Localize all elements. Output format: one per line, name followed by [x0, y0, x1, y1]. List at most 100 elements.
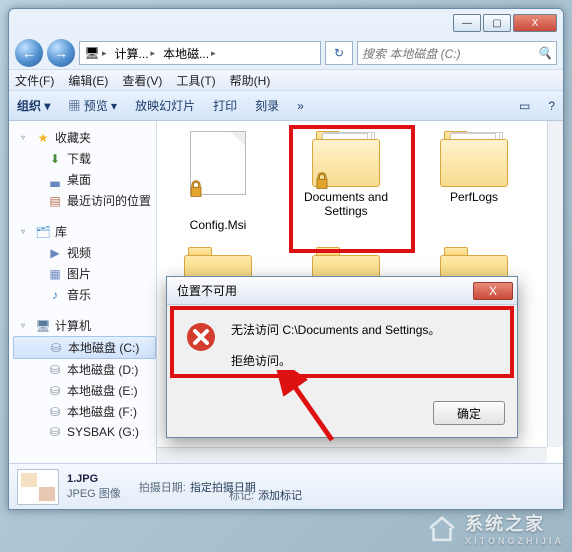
sidebar-item-label: 桌面 [67, 171, 91, 188]
sidebar-videos[interactable]: ▶视频 [13, 242, 156, 263]
sidebar-pictures[interactable]: ▦图片 [13, 263, 156, 284]
status-filename: 1.JPG [67, 472, 121, 486]
menu-edit[interactable]: 编辑(E) [68, 72, 108, 89]
desktop-icon: ▃ [47, 172, 63, 188]
sidebar-item-label: SYSBAK (G:) [67, 425, 139, 439]
window-maximize-button[interactable]: ▢ [483, 14, 511, 32]
sidebar-drive-f[interactable]: ⛁本地磁盘 (F:) [13, 401, 156, 422]
sidebar-item-label: 本地磁盘 (F:) [67, 403, 137, 420]
scrollbar-vertical[interactable] [547, 121, 563, 447]
item-label: PerfLogs [450, 191, 498, 205]
organize-button[interactable]: 组织 ▾ [17, 97, 50, 114]
music-icon: ♪ [47, 287, 63, 303]
search-placeholder: 搜索 本地磁盘 (C:) [362, 45, 461, 62]
dialog-close-button[interactable]: X [473, 282, 513, 300]
sidebar-item-label: 本地磁盘 (E:) [67, 382, 138, 399]
window-close-button[interactable]: X [513, 14, 557, 32]
sidebar-item-label: 音乐 [67, 286, 91, 303]
folder-icon [440, 131, 508, 187]
burn-button[interactable]: 刻录 [255, 97, 279, 114]
status-value[interactable]: 添加标记 [258, 487, 302, 503]
error-dialog: 位置不可用 X 无法访问 C:\Documents and Settings。 … [166, 276, 518, 438]
slideshow-button[interactable]: 放映幻灯片 [135, 97, 195, 114]
preview-button[interactable]: ▦ 预览 ▾ [68, 97, 117, 114]
file-item[interactable]: Documents and Settings [291, 131, 401, 233]
sidebar-item-label: 本地磁盘 (D:) [67, 361, 138, 378]
file-item[interactable]: PerfLogs [419, 131, 529, 233]
breadcrumb-seg[interactable]: 计算... [115, 45, 149, 62]
status-key: 拍摄日期: [139, 479, 186, 495]
sidebar-music[interactable]: ♪音乐 [13, 284, 156, 305]
window-titlebar: — ▢ X [9, 9, 563, 37]
sidebar-item-label: 本地磁盘 (C:) [68, 339, 139, 356]
address-bar[interactable]: 🖥▸ 计算...▸ 本地磁...▸ [79, 41, 321, 65]
item-label: Documents and Settings [291, 191, 401, 219]
computer-icon: 🖥 [35, 318, 51, 334]
lock-icon [312, 171, 332, 191]
error-icon [185, 321, 217, 353]
sidebar-item-label: 下载 [67, 150, 91, 167]
sidebar-item-label: 视频 [67, 244, 91, 261]
menu-file[interactable]: 文件(F) [15, 72, 54, 89]
star-icon: ★ [35, 130, 51, 146]
sidebar-downloads[interactable]: ⬇下载 [13, 148, 156, 169]
drive-icon: ⛁ [48, 340, 64, 356]
picture-icon: ▦ [47, 266, 63, 282]
dialog-titlebar[interactable]: 位置不可用 X [167, 277, 517, 305]
sidebar-computer[interactable]: ▿🖥计算机 [13, 315, 156, 336]
recent-icon: ▤ [47, 193, 63, 209]
refresh-icon: ↻ [334, 46, 344, 60]
watermark-text: 系统之家 [465, 514, 545, 534]
sidebar-item-label: 收藏夹 [55, 129, 91, 146]
sidebar-item-label: 最近访问的位置 [67, 192, 151, 209]
tool-bar: 组织 ▾ ▦ 预览 ▾ 放映幻灯片 打印 刻录 » ▭ ? [9, 91, 563, 121]
nav-row: ← → 🖥▸ 计算...▸ 本地磁...▸ ↻ 搜索 本地磁盘 (C:) 🔍 [9, 37, 563, 69]
status-key: 标记: [229, 487, 254, 503]
window-minimize-button[interactable]: — [453, 14, 481, 32]
more-button[interactable]: » [297, 99, 304, 113]
refresh-button[interactable]: ↻ [325, 41, 353, 65]
scrollbar-horizontal[interactable] [157, 447, 547, 463]
dialog-title: 位置不可用 [177, 282, 237, 299]
watermark: 系统之家 XITONGZHIJIA [425, 510, 564, 546]
menu-tools[interactable]: 工具(T) [176, 72, 215, 89]
sidebar-recent[interactable]: ▤最近访问的位置 [13, 190, 156, 211]
menu-help[interactable]: 帮助(H) [230, 72, 271, 89]
nav-forward-button[interactable]: → [47, 39, 75, 67]
status-filetype: JPEG 图像 [67, 487, 121, 501]
nav-sidebar: ▿★收藏夹 ⬇下载 ▃桌面 ▤最近访问的位置 ▿🗂库 ▶视频 ▦图片 ♪音乐 ▿… [9, 121, 157, 463]
breadcrumb-seg[interactable]: 本地磁... [163, 45, 209, 62]
chevron-right-icon: ▸ [102, 48, 107, 59]
dialog-message-line2: 拒绝访问。 [231, 352, 440, 369]
sidebar-libraries[interactable]: ▿🗂库 [13, 221, 156, 242]
sidebar-desktop[interactable]: ▃桌面 [13, 169, 156, 190]
drive-icon: ⛁ [47, 404, 63, 420]
chevron-right-icon: ▸ [151, 48, 156, 59]
nav-back-button[interactable]: ← [15, 39, 43, 67]
sidebar-drive-d[interactable]: ⛁本地磁盘 (D:) [13, 359, 156, 380]
drive-icon: ⛁ [47, 424, 63, 440]
search-icon: 🔍 [537, 46, 552, 60]
sidebar-favorites[interactable]: ▿★收藏夹 [13, 127, 156, 148]
dialog-message-line1: 无法访问 C:\Documents and Settings。 [231, 321, 440, 338]
dialog-ok-button[interactable]: 确定 [433, 401, 505, 425]
panes-icon[interactable]: ▭ [519, 99, 530, 113]
sidebar-drive-g[interactable]: ⛁ SYSBAK (G:) [13, 422, 156, 442]
drive-icon: ⛁ [47, 362, 63, 378]
sidebar-drive-c[interactable]: ⛁本地磁盘 (C:) [13, 336, 156, 359]
status-bar: 1.JPG JPEG 图像 拍摄日期:指定拍摄日期 标记:添加标记 [9, 463, 563, 509]
search-input[interactable]: 搜索 本地磁盘 (C:) 🔍 [357, 41, 557, 65]
status-thumbnail [17, 469, 59, 505]
sidebar-drive-e[interactable]: ⛁本地磁盘 (E:) [13, 380, 156, 401]
drive-icon: ⛁ [47, 383, 63, 399]
sidebar-item-label: 计算机 [55, 317, 91, 334]
print-button[interactable]: 打印 [213, 97, 237, 114]
sidebar-item-label: 图片 [67, 265, 91, 282]
watermark-subtext: XITONGZHIJIA [465, 536, 564, 546]
file-item[interactable]: Config.Msi [163, 131, 273, 233]
download-icon: ⬇ [47, 151, 63, 167]
lock-icon [186, 179, 206, 199]
menu-view[interactable]: 查看(V) [122, 72, 162, 89]
menu-bar: 文件(F) 编辑(E) 查看(V) 工具(T) 帮助(H) [9, 69, 563, 91]
help-icon[interactable]: ? [548, 99, 555, 113]
